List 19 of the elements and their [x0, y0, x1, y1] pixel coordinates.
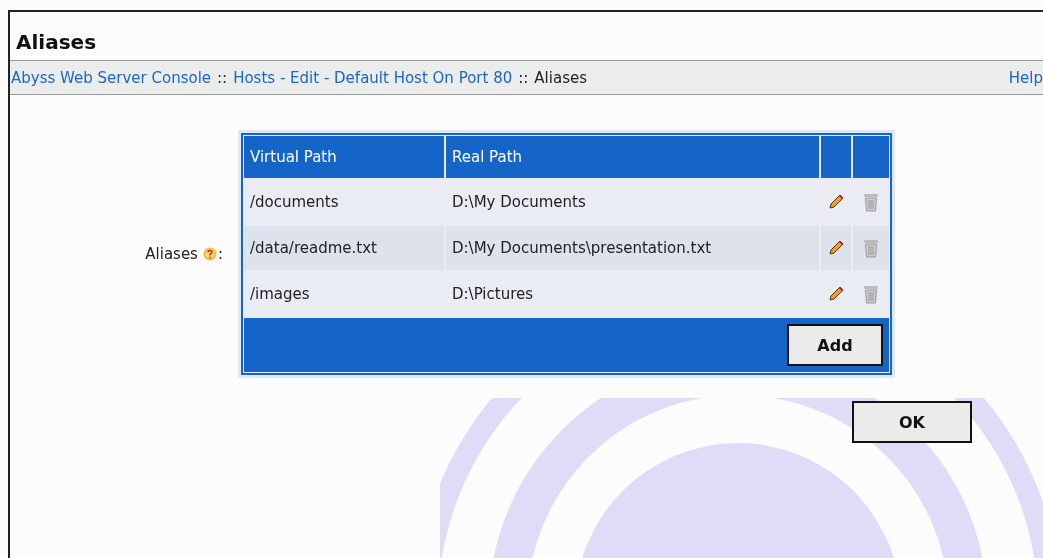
table-cell: D:\My Documents\presentation.txt — [446, 226, 819, 270]
field-colon: : — [217, 245, 223, 263]
breadcrumb-link[interactable]: Hosts - Edit - Default Host On Port 80 — [233, 68, 513, 87]
table-cell: /data/readme.txt — [244, 226, 444, 270]
breadcrumb-separator: :: — [217, 68, 228, 87]
column-header: Virtual Path — [244, 136, 444, 178]
pencil-icon[interactable] — [827, 285, 845, 303]
pencil-icon[interactable] — [827, 193, 845, 211]
breadcrumb-link[interactable]: Abyss Web Server Console — [11, 68, 212, 87]
pencil-icon[interactable] — [827, 239, 845, 257]
field-label: Aliases — [145, 245, 198, 263]
ok-button[interactable]: OK — [852, 401, 972, 443]
column-header: Real Path — [446, 136, 819, 178]
help-link[interactable]: Help — [1008, 68, 1043, 87]
help-icon[interactable] — [202, 247, 217, 261]
add-button[interactable]: Add — [787, 324, 883, 366]
page-title: Aliases — [15, 29, 98, 56]
breadcrumb-current: Aliases — [534, 68, 587, 87]
breadcrumb-separator: :: — [518, 68, 529, 87]
